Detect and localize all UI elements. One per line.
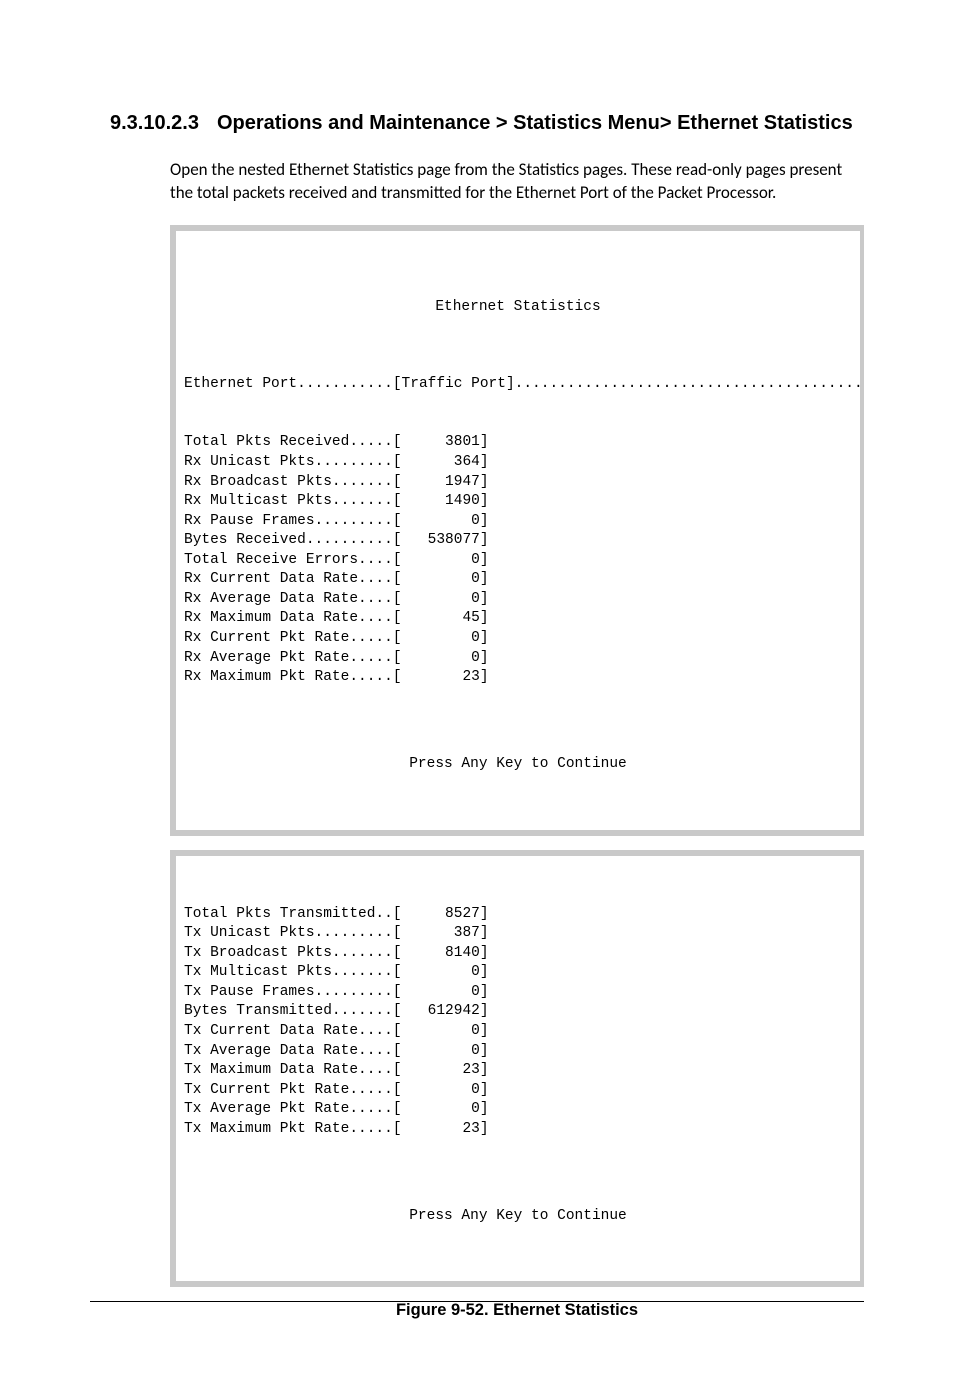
- terminal-screen-rx: Ethernet Statistics Ethernet Port.......…: [170, 225, 864, 836]
- section-number: 9.3.10.2.3: [110, 110, 199, 137]
- page: 9.3.10.2.3 Operations and Maintenance > …: [0, 0, 954, 1380]
- footer-rule: [90, 1301, 864, 1302]
- terminal-screen-tx: Total Pkts Transmitted..[ 8527] Tx Unica…: [170, 850, 864, 1288]
- terminal-footer-rx: Press Any Key to Continue: [184, 727, 852, 779]
- terminal-title: Ethernet Statistics: [184, 280, 852, 336]
- section-title: Operations and Maintenance > Statistics …: [217, 110, 864, 137]
- intro-paragraph: Open the nested Ethernet Statistics page…: [170, 159, 864, 205]
- figure-caption: Figure 9-52. Ethernet Statistics: [170, 1301, 864, 1320]
- terminal-port-line: Ethernet Port...........[Traffic Port]..…: [184, 375, 852, 395]
- terminal-footer-tx: Press Any Key to Continue: [184, 1179, 852, 1231]
- terminal-rows-rx: Total Pkts Received.....[ 3801] Rx Unica…: [184, 433, 852, 687]
- terminal-rows-tx: Total Pkts Transmitted..[ 8527] Tx Unica…: [184, 905, 852, 1140]
- section-heading: 9.3.10.2.3 Operations and Maintenance > …: [110, 110, 864, 137]
